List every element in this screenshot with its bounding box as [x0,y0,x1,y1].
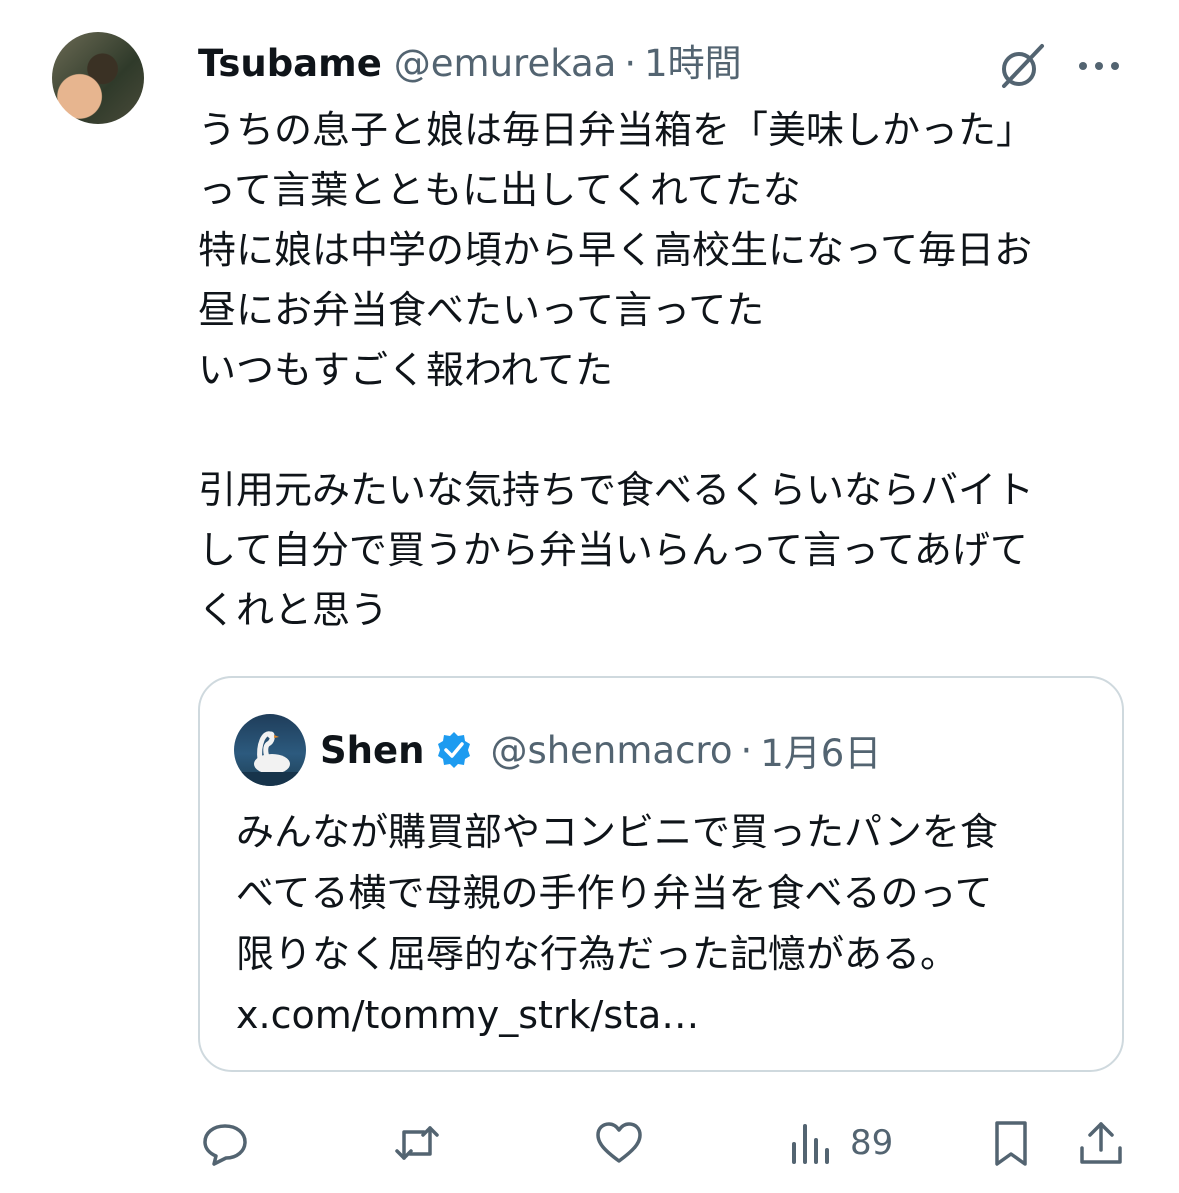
swan-image [234,731,306,786]
repost-icon [395,1126,439,1160]
tweet-header: Tsubame @emurekaa · 1時間 [198,36,742,92]
grok-icon[interactable] [994,40,1048,94]
quoted-header-separator: · [740,728,753,772]
quoted-tweet-header: Shen @shenmacro · 1月6日 [320,722,881,778]
quoted-tweet-card[interactable]: Shen @shenmacro · 1月6日 みんなが購買部やコンビニで買ったパ… [198,676,1124,1072]
repost-button[interactable] [392,1108,442,1178]
share-button[interactable] [1076,1108,1126,1178]
views-button[interactable]: 89 [786,1108,893,1178]
author-handle[interactable]: @emurekaa [394,36,617,92]
header-separator: · [624,42,637,85]
share-icon [1080,1122,1122,1164]
quoted-tweet-text: みんなが購買部やコンビニで買ったパンを食 べてる横で母親の手作り弁当を食べるのっ… [236,810,998,1037]
more-icon[interactable] [1072,46,1126,86]
verified-badge-icon [438,732,471,768]
author-display-name[interactable]: Tsubame [198,36,382,92]
views-icon [792,1124,829,1164]
quoted-author-avatar[interactable] [234,714,306,786]
views-count: 89 [850,1123,894,1163]
like-button[interactable] [594,1108,644,1178]
like-icon [596,1122,642,1163]
tweet-timestamp[interactable]: 1時間 [644,36,742,92]
tweet-text: うちの息子と娘は毎日弁当箱を「美味しかった」 って言葉とともに出してくれてたな … [198,108,1035,632]
bookmark-button[interactable] [986,1108,1036,1178]
quoted-author-display-name[interactable]: Shen [320,729,424,772]
quoted-tweet-date[interactable]: 1月6日 [760,723,881,777]
action-bar: 89 [0,1108,1179,1178]
quoted-author-handle[interactable]: @shenmacro [490,729,732,772]
reply-icon [203,1124,247,1166]
author-avatar[interactable] [52,32,144,124]
reply-button[interactable] [200,1108,250,1178]
bookmark-icon [995,1121,1027,1166]
